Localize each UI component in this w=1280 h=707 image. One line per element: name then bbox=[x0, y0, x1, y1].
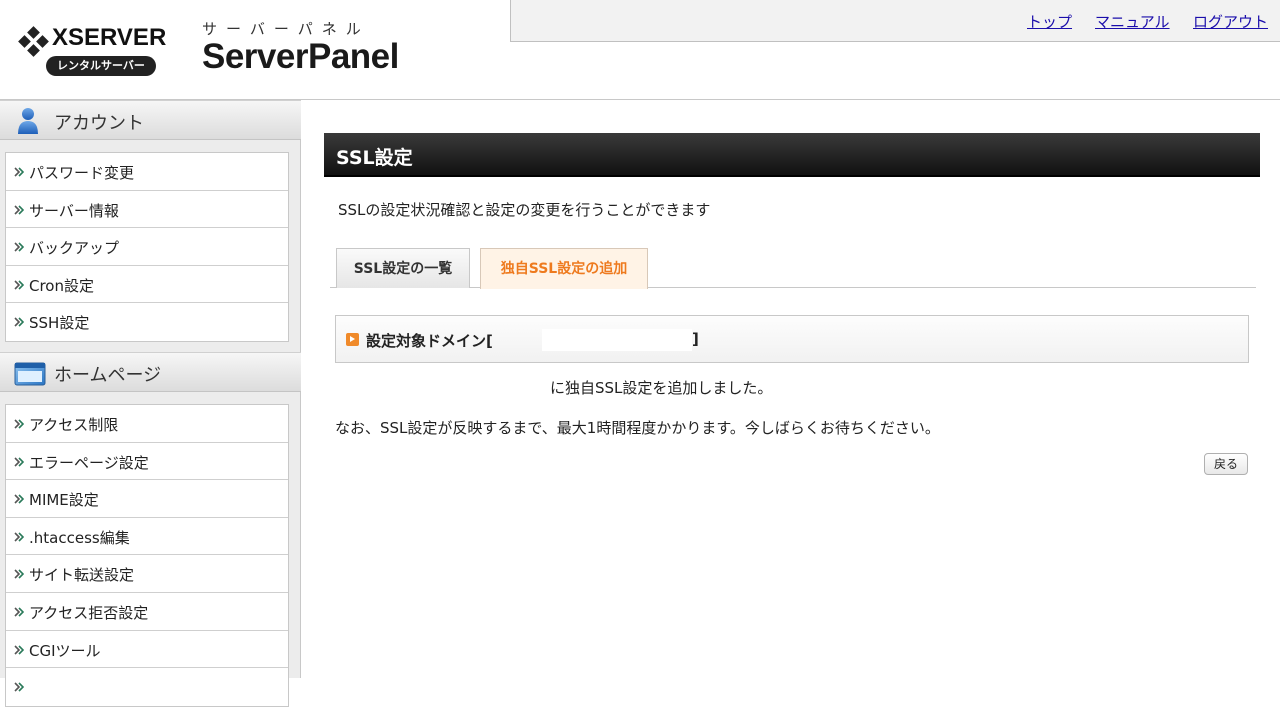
sidebar-item-label: サーバー情報 bbox=[29, 201, 119, 220]
panel-kana: サーバーパネル bbox=[202, 20, 370, 38]
page-title-bar: SSL設定 bbox=[324, 133, 1260, 177]
arrow-right-icon bbox=[14, 569, 24, 579]
page-title: SSL設定 bbox=[336, 147, 413, 169]
sidebar-item-partial[interactable] bbox=[6, 668, 288, 706]
sidebar-item-site-redirect[interactable]: サイト転送設定 bbox=[6, 555, 288, 593]
tab-ssl-list[interactable]: SSL設定の一覧 bbox=[336, 248, 470, 288]
orange-arrow-icon bbox=[346, 333, 359, 346]
header: XSERVER レンタルサーバー サーバーパネル ServerPanel トップ… bbox=[0, 0, 1280, 100]
arrow-right-icon bbox=[14, 205, 24, 215]
ssl-added-message: に独自SSL設定を追加しました。 bbox=[550, 379, 773, 397]
arrow-right-icon bbox=[14, 419, 24, 429]
arrow-right-icon bbox=[14, 457, 24, 467]
sidebar-item-access-limit[interactable]: アクセス制限 bbox=[6, 405, 288, 443]
sidebar-item-label: .htaccess編集 bbox=[29, 528, 130, 547]
tab-add-ssl[interactable]: 独自SSL設定の追加 bbox=[480, 248, 648, 289]
sidebar-item-ssh[interactable]: SSH設定 bbox=[6, 303, 288, 341]
domain-close-bracket: ] bbox=[692, 330, 699, 348]
window-icon bbox=[14, 362, 46, 386]
logo-badge: レンタルサーバー bbox=[46, 56, 156, 76]
arrow-right-icon bbox=[14, 644, 24, 655]
domain-label: 設定対象ドメイン[ bbox=[366, 332, 493, 350]
sidebar-item-backup[interactable]: バックアップ bbox=[6, 228, 288, 266]
serverpanel-logo: サーバーパネル ServerPanel bbox=[202, 18, 399, 77]
arrow-right-icon bbox=[14, 607, 24, 617]
arrow-right-icon bbox=[14, 494, 24, 504]
arrow-right-icon bbox=[14, 280, 24, 290]
sidebar-item-label: サイト転送設定 bbox=[29, 566, 135, 585]
sidebar-list-homepage: アクセス制限 エラーページ設定 MIME設定 .htaccess編集 サイト転送… bbox=[5, 404, 289, 707]
sidebar-item-mime[interactable]: MIME設定 bbox=[6, 480, 288, 518]
sidebar-section-title: アカウント bbox=[54, 113, 144, 134]
sidebar-item-label: アクセス制限 bbox=[29, 416, 119, 434]
arrow-right-icon bbox=[14, 682, 24, 692]
sidebar-list-account: パスワード変更 サーバー情報 バックアップ Cron設定 SSH設定 bbox=[5, 152, 289, 342]
sidebar-item-password[interactable]: パスワード変更 bbox=[6, 153, 288, 191]
domain-value bbox=[542, 329, 692, 351]
sidebar-item-access-deny[interactable]: アクセス拒否設定 bbox=[6, 593, 288, 631]
arrow-right-icon bbox=[14, 242, 24, 252]
arrow-right-icon bbox=[14, 317, 24, 327]
sidebar-section-account: アカウント bbox=[0, 100, 301, 140]
sidebar-item-server-info[interactable]: サーバー情報 bbox=[6, 191, 288, 229]
tab-bar: SSL設定の一覧 独自SSL設定の追加 bbox=[330, 248, 1256, 289]
arrow-right-icon bbox=[14, 167, 24, 177]
page-description: SSLの設定状況確認と設定の変更を行うことができます bbox=[338, 201, 711, 219]
xserver-logo[interactable]: XSERVER レンタルサーバー bbox=[18, 24, 180, 80]
sidebar-section-title: ホームページ bbox=[54, 365, 162, 386]
diamond-logo-icon bbox=[18, 26, 49, 57]
sidebar-item-label: アクセス拒否設定 bbox=[29, 603, 149, 622]
main-content: SSL設定 SSLの設定状況確認と設定の変更を行うことができます SSL設定の一… bbox=[302, 100, 1280, 678]
nav-manual-link[interactable]: マニュアル bbox=[1095, 11, 1170, 32]
sidebar: アカウント パスワード変更 サーバー情報 バックアップ Cron設定 SSH設定 bbox=[0, 100, 301, 707]
person-icon bbox=[18, 108, 38, 134]
sidebar-item-cron[interactable]: Cron設定 bbox=[6, 266, 288, 304]
logo-text: XSERVER bbox=[52, 24, 167, 51]
sidebar-item-label: エラーページ設定 bbox=[29, 453, 149, 472]
ssl-notice-message: なお、SSL設定が反映するまで、最大1時間程度かかります。今しばらくお待ちくださ… bbox=[335, 419, 940, 437]
panel-name: ServerPanel bbox=[202, 37, 399, 76]
nav-logout-link[interactable]: ログアウト bbox=[1193, 11, 1268, 32]
nav-top-link[interactable]: トップ bbox=[1027, 11, 1072, 32]
sidebar-item-cgi-tools[interactable]: CGIツール bbox=[6, 631, 288, 669]
sidebar-item-label: バックアップ bbox=[29, 239, 120, 258]
sidebar-item-label: パスワード変更 bbox=[29, 164, 135, 182]
target-domain-box: 設定対象ドメイン[ ] bbox=[335, 315, 1249, 363]
sidebar-item-htaccess[interactable]: .htaccess編集 bbox=[6, 518, 288, 556]
sidebar-item-label: SSH設定 bbox=[29, 314, 90, 333]
sidebar-item-label: MIME設定 bbox=[29, 491, 99, 510]
sidebar-item-label: CGIツール bbox=[29, 641, 101, 660]
top-nav: トップ マニュアル ログアウト bbox=[510, 0, 1280, 42]
sidebar-section-homepage: ホームページ bbox=[0, 352, 301, 392]
sidebar-item-label: Cron設定 bbox=[29, 276, 94, 295]
sidebar-item-error-page[interactable]: エラーページ設定 bbox=[6, 443, 288, 481]
arrow-right-icon bbox=[14, 532, 24, 542]
back-button[interactable]: 戻る bbox=[1204, 453, 1248, 475]
